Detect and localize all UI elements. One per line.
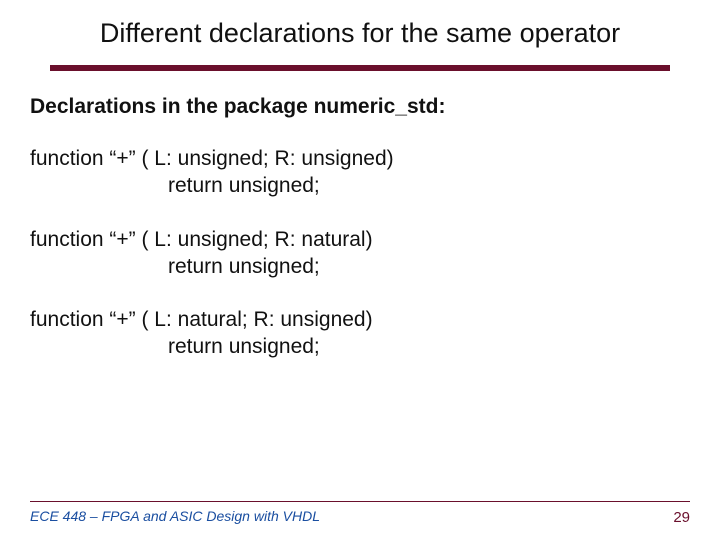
code-line: return unsigned; — [30, 253, 690, 280]
declaration-1: function “+” ( L: unsigned; R: natural) … — [30, 226, 690, 281]
page-title: Different declarations for the same oper… — [30, 18, 690, 49]
declaration-0: function “+” ( L: unsigned; R: unsigned)… — [30, 145, 690, 200]
footer-rule — [30, 501, 690, 502]
slide: Different declarations for the same oper… — [0, 0, 720, 540]
code-line: function “+” ( L: unsigned; R: natural) — [30, 226, 690, 253]
subheading: Declarations in the package numeric_std: — [30, 95, 690, 119]
code-line: return unsigned; — [30, 333, 690, 360]
code-line: function “+” ( L: unsigned; R: unsigned) — [30, 145, 690, 172]
code-line: return unsigned; — [30, 172, 690, 199]
footer-text: ECE 448 – FPGA and ASIC Design with VHDL — [30, 508, 690, 524]
title-rule — [50, 65, 670, 71]
code-line: function “+” ( L: natural; R: unsigned) — [30, 306, 690, 333]
page-number: 29 — [673, 509, 690, 526]
footer: ECE 448 – FPGA and ASIC Design with VHDL — [30, 501, 690, 524]
declaration-2: function “+” ( L: natural; R: unsigned) … — [30, 306, 690, 361]
